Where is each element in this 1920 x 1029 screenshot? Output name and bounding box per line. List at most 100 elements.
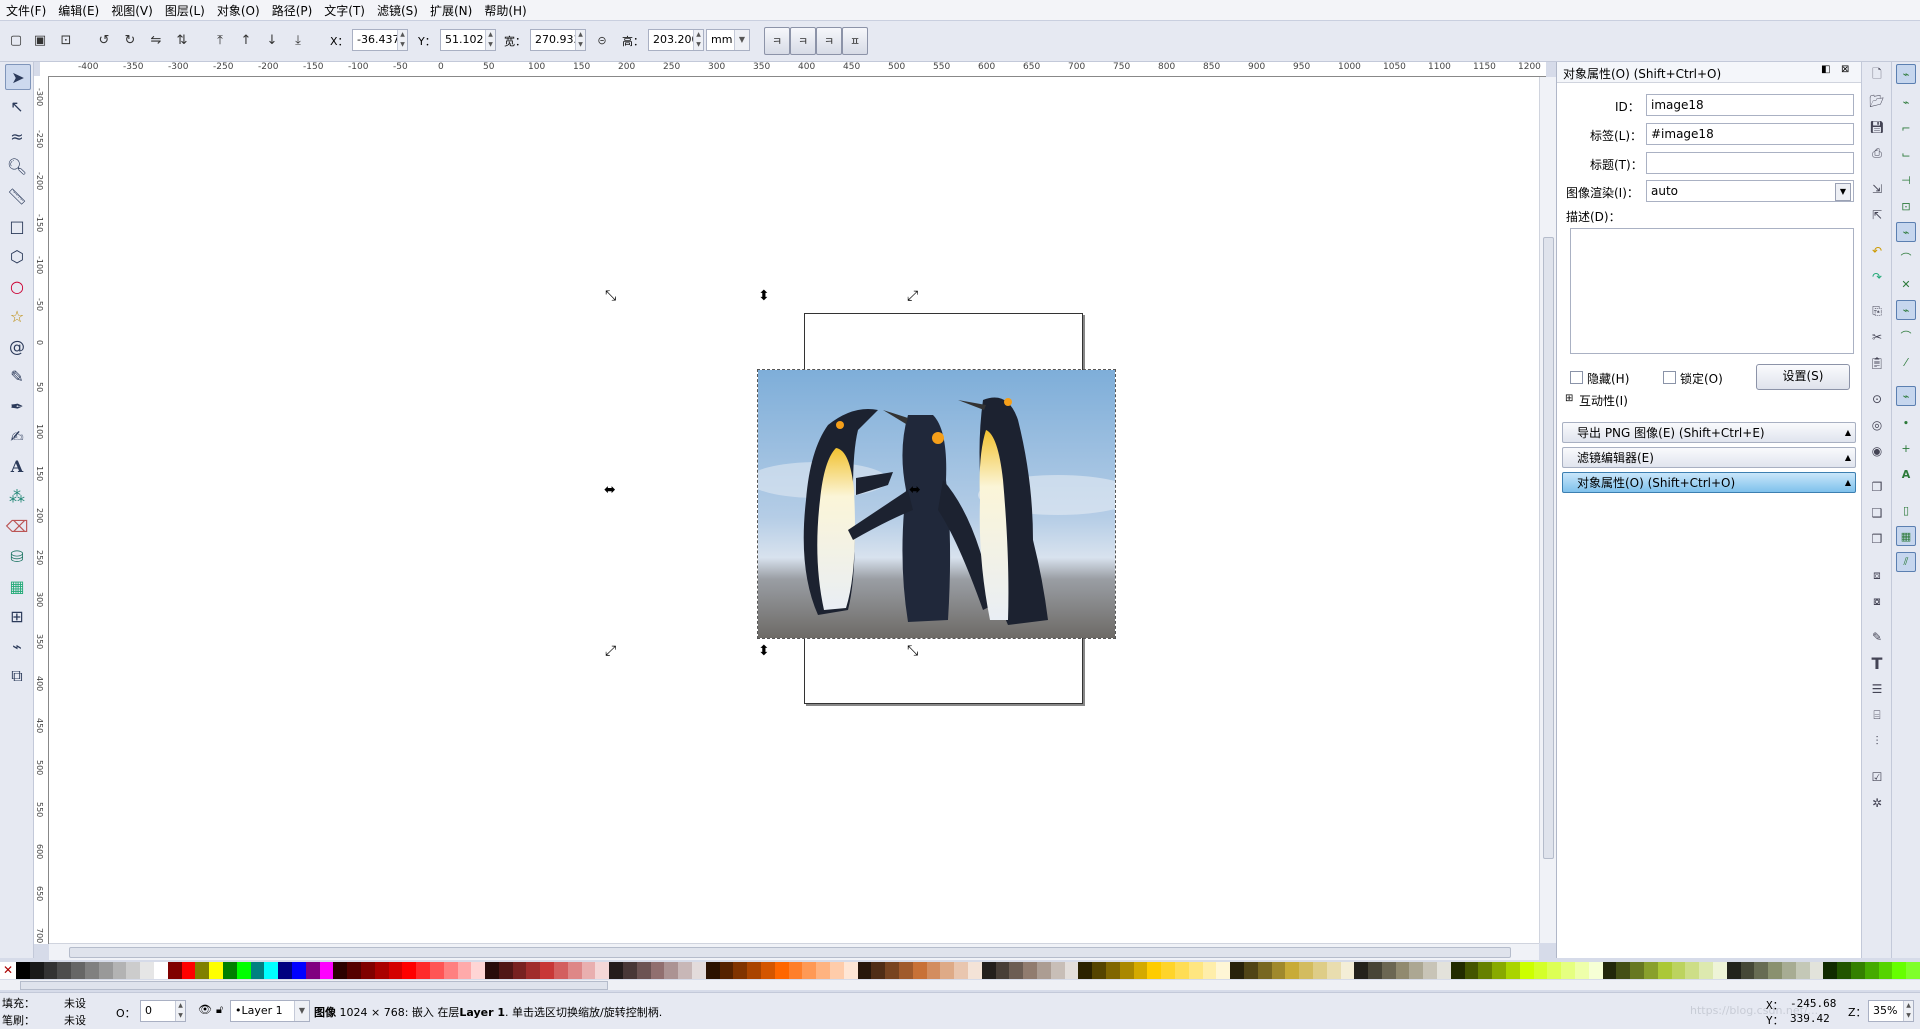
new-document-icon[interactable]: 🗋 bbox=[1868, 66, 1886, 84]
open-icon[interactable]: 📂︎ bbox=[1868, 92, 1886, 110]
visibility-eye-icon[interactable]: 👁︎ bbox=[198, 1003, 212, 1016]
pen-tool-icon[interactable]: ✒ bbox=[5, 394, 29, 418]
dropdown-arrow-icon[interactable]: ▼ bbox=[294, 1001, 309, 1021]
xml-editor-icon[interactable]: ⌸ bbox=[1868, 706, 1886, 724]
spin-arrows-icon[interactable]: ▲ ▼ bbox=[485, 30, 495, 50]
set-button[interactable]: 设置(S) bbox=[1756, 364, 1850, 390]
pencil-tool-icon[interactable]: ✎ bbox=[5, 364, 29, 388]
color-swatch[interactable] bbox=[526, 962, 541, 979]
color-swatch[interactable] bbox=[416, 962, 430, 979]
scale-corners-toggle[interactable]: ㅋ bbox=[790, 27, 816, 55]
connector-tool-icon[interactable]: ⧉ bbox=[5, 664, 29, 688]
color-swatch[interactable] bbox=[16, 962, 30, 979]
scale-handle-sw-icon[interactable]: ⤢ bbox=[605, 643, 616, 659]
text-font-icon[interactable]: T bbox=[1868, 654, 1886, 673]
zoom-drawing-icon[interactable]: ◎ bbox=[1868, 416, 1886, 434]
spiral-tool-icon[interactable]: @ bbox=[5, 334, 29, 358]
color-swatch[interactable] bbox=[333, 962, 348, 979]
color-swatch[interactable] bbox=[1492, 962, 1507, 979]
ungroup-icon[interactable]: ⧇ bbox=[1868, 592, 1886, 610]
copy-icon[interactable]: ⎘ bbox=[1868, 302, 1886, 320]
menu-item[interactable]: 滤镜(S) bbox=[371, 2, 424, 19]
snap-bbox-center-icon[interactable]: ⊡ bbox=[1896, 196, 1916, 216]
scale-handle-s-icon[interactable]: ⬍ bbox=[758, 643, 770, 659]
color-swatch[interactable] bbox=[512, 962, 527, 979]
color-swatch[interactable] bbox=[1795, 962, 1810, 979]
scale-handle-ne-icon[interactable]: ⤢ bbox=[907, 288, 918, 304]
snap-center-icon[interactable]: ∙ bbox=[1896, 412, 1916, 432]
color-swatch[interactable] bbox=[1878, 962, 1893, 979]
menu-item[interactable]: 帮助(H) bbox=[478, 2, 532, 19]
color-swatch[interactable] bbox=[1809, 962, 1824, 979]
palette-scroll-thumb[interactable] bbox=[20, 981, 608, 990]
color-swatch[interactable] bbox=[1823, 962, 1838, 979]
3dbox-tool-icon[interactable]: ⬡ bbox=[5, 244, 29, 268]
rect-tool-icon[interactable]: □ bbox=[5, 214, 29, 238]
color-swatch[interactable] bbox=[236, 962, 251, 979]
zoom-tool-icon[interactable]: 🔍︎ bbox=[5, 154, 29, 178]
color-swatch[interactable] bbox=[1202, 962, 1217, 979]
color-swatch[interactable] bbox=[319, 962, 334, 979]
color-swatch[interactable] bbox=[871, 962, 886, 979]
spin-arrows-icon[interactable]: ▲ ▼ bbox=[575, 30, 585, 50]
color-swatch[interactable] bbox=[595, 962, 610, 979]
bucket-tool-icon[interactable]: ⛁ bbox=[5, 544, 29, 568]
render-select[interactable]: auto ▼ bbox=[1646, 180, 1854, 202]
save-icon[interactable]: 💾︎ bbox=[1868, 118, 1886, 136]
snap-midpoint-icon[interactable]: ⁄ bbox=[1896, 352, 1916, 372]
color-swatch[interactable] bbox=[1257, 962, 1272, 979]
color-swatch[interactable] bbox=[1740, 962, 1755, 979]
select-all-layers-icon[interactable]: ▣ bbox=[30, 30, 50, 50]
color-swatch[interactable] bbox=[843, 962, 858, 979]
color-swatch[interactable] bbox=[1036, 962, 1051, 979]
paste-icon[interactable]: 📋︎ bbox=[1868, 354, 1886, 372]
snap-others-icon[interactable]: ⌁ bbox=[1896, 386, 1916, 406]
color-swatch[interactable] bbox=[1588, 962, 1603, 979]
undo-icon[interactable]: ↶ bbox=[1868, 242, 1886, 260]
color-swatch[interactable] bbox=[1561, 962, 1576, 979]
canvas[interactable]: ⤡ ⬍ ⤢ ⬌ ⬌ ⤢ ⬍ ⤡ bbox=[49, 77, 1539, 943]
lock-checkbox[interactable] bbox=[1663, 371, 1676, 384]
color-swatch[interactable] bbox=[540, 962, 555, 979]
flip-vertical-icon[interactable]: ⇅ bbox=[172, 30, 192, 50]
color-swatch[interactable] bbox=[1354, 962, 1369, 979]
spin-arrows-icon[interactable]: ▲ ▼ bbox=[175, 1001, 185, 1021]
color-swatch[interactable] bbox=[1437, 962, 1451, 979]
snap-path-icon[interactable]: ⌒ bbox=[1896, 248, 1916, 268]
snap-enable-icon[interactable]: ⌁ bbox=[1896, 64, 1916, 84]
snap-guide-icon[interactable]: ⫽ bbox=[1896, 552, 1916, 572]
unit-select[interactable]: mm ▼ bbox=[706, 29, 750, 51]
color-swatch[interactable] bbox=[1009, 962, 1024, 979]
opacity-input[interactable]: 0 ▲ ▼ bbox=[140, 1000, 186, 1022]
preferences-icon[interactable]: ✲ bbox=[1868, 794, 1886, 812]
expander-icon[interactable]: ⊞ bbox=[1565, 393, 1573, 404]
color-swatch[interactable] bbox=[1271, 962, 1286, 979]
color-swatch[interactable] bbox=[1519, 962, 1534, 979]
color-swatch[interactable] bbox=[1409, 962, 1424, 979]
color-swatch[interactable] bbox=[485, 962, 499, 979]
color-swatch[interactable] bbox=[623, 962, 637, 979]
color-swatch[interactable] bbox=[429, 962, 444, 979]
color-swatch[interactable] bbox=[1657, 962, 1672, 979]
raise-icon[interactable]: ↑ bbox=[236, 30, 256, 50]
color-swatch[interactable] bbox=[1754, 962, 1769, 979]
tweak-tool-icon[interactable]: ≈ bbox=[5, 124, 29, 148]
gradient-tool-icon[interactable]: ▦ bbox=[5, 574, 29, 598]
color-swatch[interactable] bbox=[1064, 962, 1079, 979]
color-swatch[interactable] bbox=[1630, 962, 1645, 979]
snap-rotation-center-icon[interactable]: + bbox=[1896, 438, 1916, 458]
object-properties-section[interactable]: 对象属性(O) (Shift+Ctrl+O) ▲ bbox=[1562, 472, 1856, 493]
raise-to-top-icon[interactable]: ⤒ bbox=[210, 30, 230, 50]
color-swatch[interactable] bbox=[1326, 962, 1341, 979]
flip-horizontal-icon[interactable]: ⇋ bbox=[146, 30, 166, 50]
spin-arrows-icon[interactable]: ▲ ▼ bbox=[1903, 1001, 1913, 1021]
lower-icon[interactable]: ↓ bbox=[262, 30, 282, 50]
color-swatch[interactable] bbox=[1161, 962, 1175, 979]
color-swatch[interactable] bbox=[195, 962, 210, 979]
color-swatch[interactable] bbox=[1423, 962, 1438, 979]
color-swatch[interactable] bbox=[899, 962, 913, 979]
zoom-page-icon[interactable]: ◉ bbox=[1868, 442, 1886, 460]
menu-item[interactable]: 编辑(E) bbox=[52, 2, 105, 19]
color-swatch[interactable] bbox=[1699, 962, 1714, 979]
color-swatch[interactable] bbox=[967, 962, 982, 979]
